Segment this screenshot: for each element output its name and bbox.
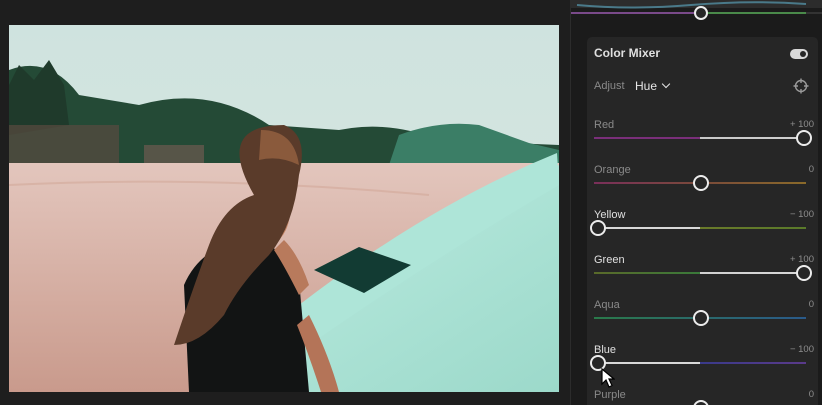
slider-thumb[interactable]: [590, 355, 606, 371]
slider-value: 0: [808, 389, 814, 400]
slider-row-green: Green + 100: [594, 254, 814, 284]
slider-label: Orange: [594, 164, 631, 176]
adjust-label: Adjust: [594, 80, 625, 92]
slider-label: Purple: [594, 389, 626, 401]
slider-label: Green: [594, 254, 625, 266]
slider-thumb[interactable]: [590, 220, 606, 236]
slider-track[interactable]: [594, 137, 806, 139]
slider-thumb[interactable]: [796, 265, 812, 281]
photo-canvas: [0, 0, 570, 405]
slider-value: − 100: [789, 344, 814, 355]
slider-track[interactable]: [594, 362, 806, 364]
slider-label: Red: [594, 119, 615, 131]
slider-value: + 100: [789, 254, 814, 265]
slider-track[interactable]: [594, 272, 806, 274]
slider-row-red: Red + 100: [594, 119, 814, 149]
slider-value: 0: [808, 299, 814, 310]
previous-slider-thumb: [694, 6, 708, 20]
slider-thumb[interactable]: [693, 175, 709, 191]
slider-row-aqua: Aqua 0: [594, 299, 814, 329]
target-adjust-icon[interactable]: [793, 78, 809, 94]
color-mixer-card: Color Mixer Adjust Hue Red + 100 Orange 0 Ye…: [587, 37, 818, 405]
slider-thumb[interactable]: [693, 310, 709, 326]
color-mixer-title: Color Mixer: [594, 46, 661, 60]
slider-label: Aqua: [594, 299, 620, 311]
adjust-dropdown-value: Hue: [635, 79, 658, 93]
slider-thumb[interactable]: [693, 400, 709, 405]
adjustments-panel: Color Mixer Adjust Hue Red + 100 Orange 0 Ye…: [571, 0, 822, 405]
slider-row-purple: Purple 0: [594, 389, 814, 405]
slider-row-blue: Blue − 100: [590, 344, 814, 374]
slider-thumb[interactable]: [796, 130, 812, 146]
slider-track[interactable]: [594, 227, 806, 229]
slider-value: − 100: [789, 209, 814, 220]
slider-row-orange: Orange 0: [594, 164, 814, 194]
chevron-down-icon: [661, 79, 671, 89]
adjust-dropdown[interactable]: Hue: [635, 79, 671, 93]
edited-photo: [9, 25, 559, 392]
slider-row-yellow: Yellow − 100: [590, 209, 814, 239]
previous-section-strip: [571, 0, 822, 20]
toggle-switch-icon[interactable]: [790, 49, 808, 59]
slider-value: + 100: [789, 119, 814, 130]
slider-value: 0: [808, 164, 814, 175]
